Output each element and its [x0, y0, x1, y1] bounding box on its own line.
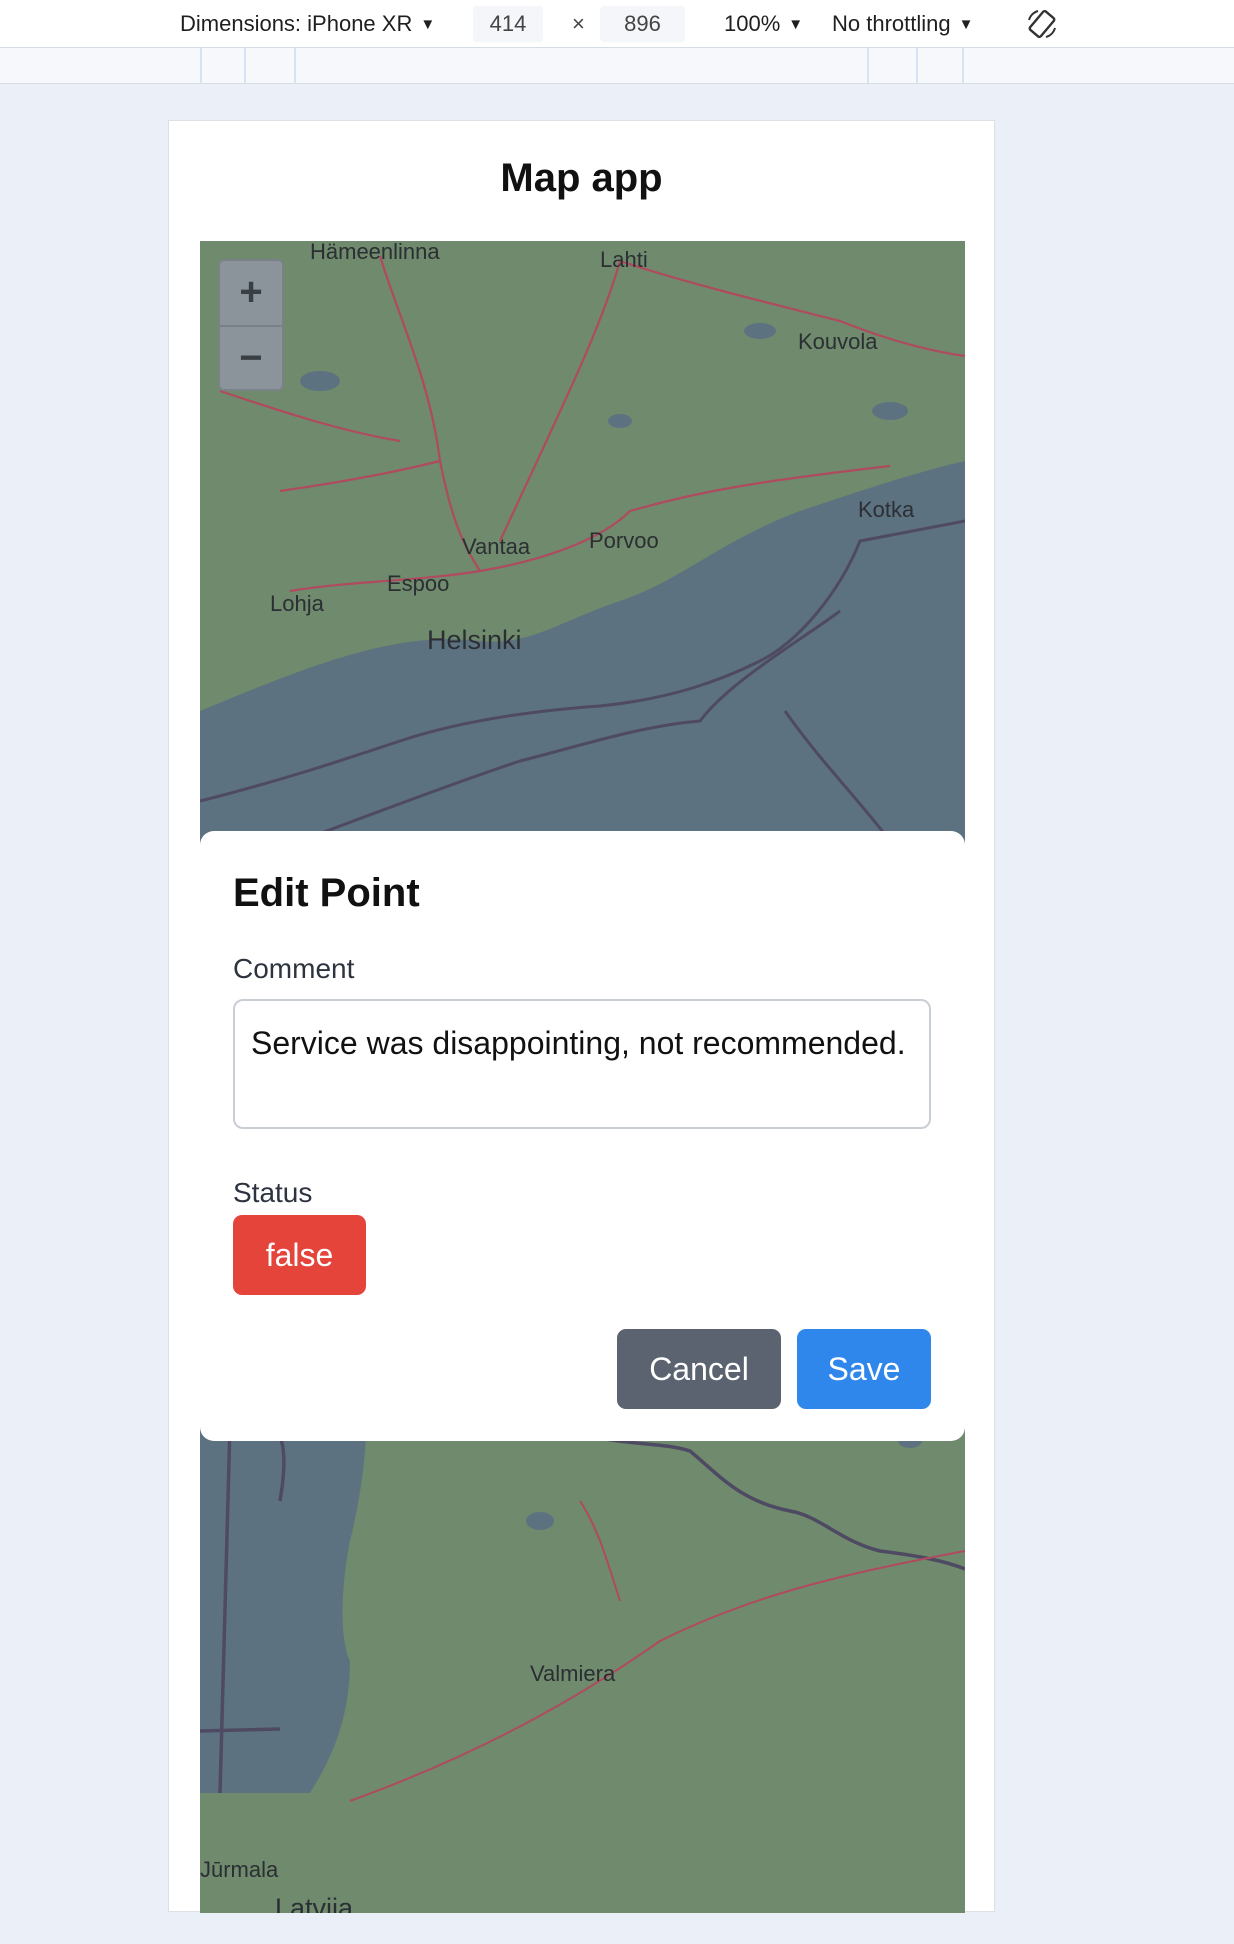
map-label-kouvola: Kouvola	[798, 329, 878, 354]
comment-textarea[interactable]: Service was disappointing, not recommend…	[233, 999, 931, 1129]
map-label-kotka: Kotka	[858, 497, 915, 522]
device-selector[interactable]: Dimensions: iPhone XR ▼	[180, 11, 435, 37]
zoom-out-button[interactable]: −	[220, 327, 282, 391]
media-query-ruler	[0, 48, 1234, 84]
app-title: Map app	[500, 156, 663, 200]
throttling-selector[interactable]: No throttling ▼	[832, 11, 973, 37]
devtools-toolbar: Dimensions: iPhone XR ▼ 414 × 896 100% ▼ N…	[0, 0, 1234, 48]
map-label-helsinki: Helsinki	[427, 625, 522, 655]
times-icon: ×	[572, 11, 585, 36]
map-label-valmiera: Valmiera	[530, 1661, 616, 1686]
caret-down-icon: ▼	[788, 16, 804, 33]
zoom-control: + −	[218, 259, 284, 391]
rotate-icon[interactable]	[1024, 6, 1060, 42]
comment-label: Comment	[233, 953, 355, 984]
caret-down-icon: ▼	[958, 16, 974, 33]
zoom-selector[interactable]: 100% ▼	[724, 11, 803, 37]
status-label: Status	[233, 1177, 313, 1208]
device-selector-label: Dimensions: iPhone XR	[180, 11, 413, 36]
throttling-selector-label: No throttling	[832, 11, 951, 36]
map-label-lahti: Lahti	[600, 247, 648, 272]
map-label-latvija: Latvija	[275, 1893, 354, 1913]
width-input[interactable]: 414	[473, 6, 543, 42]
map-label-hameenlinna: Hämeenlinna	[310, 241, 440, 264]
map-label-lohja: Lohja	[270, 591, 324, 616]
edit-point-modal: Edit Point Comment Service was disappoin…	[200, 831, 965, 1441]
cancel-button[interactable]: Cancel	[617, 1329, 781, 1409]
map-label-porvoo: Porvoo	[589, 528, 659, 553]
zoom-in-button[interactable]: +	[220, 261, 282, 327]
map-label-espoo: Espoo	[387, 571, 450, 596]
modal-title: Edit Point	[233, 871, 420, 915]
map-label-vantaa: Vantaa	[462, 534, 531, 559]
device-viewport: Map app Hämeenlinna Lahti Kouvola Kotka …	[168, 120, 995, 1913]
status-toggle-button[interactable]: false	[233, 1215, 366, 1295]
height-input[interactable]: 896	[600, 6, 685, 42]
map-label-jurmala: Jūrmala	[200, 1857, 279, 1882]
zoom-selector-label: 100%	[724, 11, 781, 36]
caret-down-icon: ▼	[420, 16, 436, 33]
save-button[interactable]: Save	[797, 1329, 931, 1409]
